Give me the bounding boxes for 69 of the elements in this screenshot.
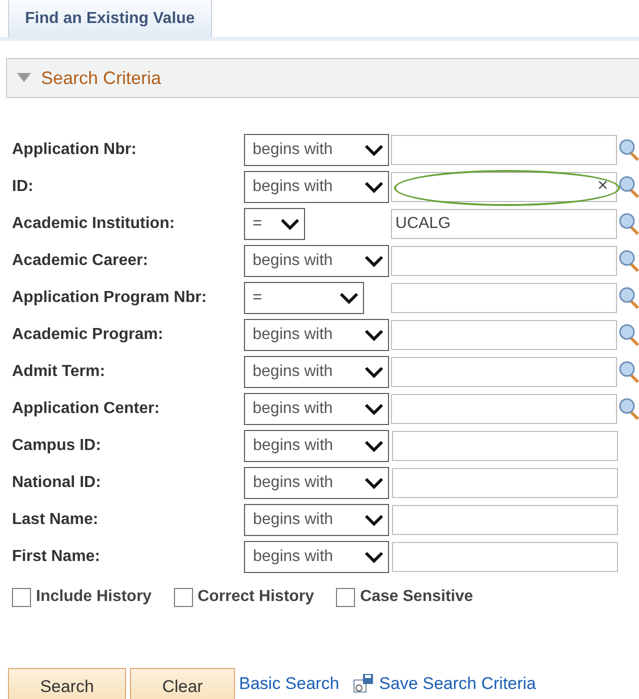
search-icon[interactable] (619, 250, 639, 272)
field-label: Application Nbr: (12, 140, 138, 160)
field-label: Application Program Nbr: (12, 288, 208, 308)
basic-search-link[interactable]: Basic Search (239, 671, 340, 697)
caret-icon (364, 550, 384, 564)
search-icon[interactable] (619, 213, 639, 235)
input-field[interactable] (391, 320, 618, 350)
input-field[interactable] (392, 542, 618, 572)
checkbox-label: Correct History (198, 587, 314, 607)
operator-dropdown[interactable]: begins with (244, 319, 389, 351)
operator-dropdown[interactable]: = (244, 282, 364, 314)
field-label: First Name: (12, 547, 102, 567)
field-label: Campus ID: (12, 436, 102, 456)
input-field[interactable] (392, 431, 618, 461)
checkbox-label: Case Sensitive (360, 587, 474, 607)
save-search-link[interactable]: Save Search Criteria (379, 671, 536, 697)
caret-icon (364, 254, 384, 268)
field-label: ID: (12, 177, 34, 197)
operator-dropdown[interactable]: begins with (244, 134, 389, 166)
input-field[interactable] (391, 246, 618, 276)
operator-dropdown[interactable]: begins with (244, 356, 389, 388)
checkbox-label: Include History (36, 587, 152, 607)
tab[interactable]: Find an Existing Value (8, 0, 212, 37)
field-label: Admit Term: (12, 362, 106, 382)
caret-icon (364, 365, 384, 379)
input-field[interactable]: UCALG (391, 209, 618, 239)
caret-icon (364, 180, 384, 194)
operator-dropdown[interactable]: begins with (244, 541, 389, 573)
input-field[interactable] (391, 394, 618, 424)
field-label: Academic Career: (12, 251, 150, 271)
operator-dropdown[interactable]: begins with (244, 171, 389, 203)
caret-icon (364, 439, 384, 453)
search-button[interactable]: Search (8, 668, 126, 699)
search-icon[interactable] (619, 287, 639, 309)
search-icon[interactable] (619, 139, 639, 161)
field-label: Last Name: (12, 510, 100, 530)
caret-icon (338, 291, 359, 305)
search-icon[interactable] (619, 324, 639, 346)
input-field[interactable] (391, 135, 618, 165)
input-field[interactable] (391, 357, 618, 387)
caret-icon (364, 476, 384, 490)
operator-dropdown[interactable]: begins with (244, 430, 389, 462)
caret-icon (280, 217, 300, 231)
caret-icon (364, 513, 384, 527)
checkbox[interactable] (336, 588, 356, 606)
clear-button[interactable]: Clear (130, 668, 235, 699)
input-field[interactable] (391, 283, 618, 313)
operator-dropdown[interactable]: = (244, 208, 305, 240)
input-field[interactable] (392, 505, 618, 535)
operator-dropdown[interactable]: begins with (244, 504, 389, 536)
section-title: Search Criteria (41, 66, 162, 90)
checkbox[interactable] (174, 588, 193, 606)
checkbox[interactable] (12, 588, 31, 606)
caret-icon (364, 402, 384, 416)
search-icon[interactable] (619, 361, 639, 383)
clear-icon[interactable]: × (598, 176, 608, 194)
section-header[interactable]: Search Criteria (6, 58, 639, 98)
operator-dropdown[interactable]: begins with (244, 245, 389, 277)
field-label: National ID: (12, 473, 102, 493)
caret-icon (364, 143, 384, 157)
search-icon[interactable] (619, 398, 639, 420)
field-label: Academic Institution: (12, 214, 176, 234)
input-field[interactable] (392, 468, 618, 498)
field-label: Academic Program: (12, 325, 164, 345)
search-icon[interactable] (619, 176, 639, 198)
caret-icon (364, 328, 384, 342)
operator-dropdown[interactable]: begins with (244, 393, 389, 425)
operator-dropdown[interactable]: begins with (244, 467, 389, 499)
field-label: Application Center: (12, 399, 161, 419)
